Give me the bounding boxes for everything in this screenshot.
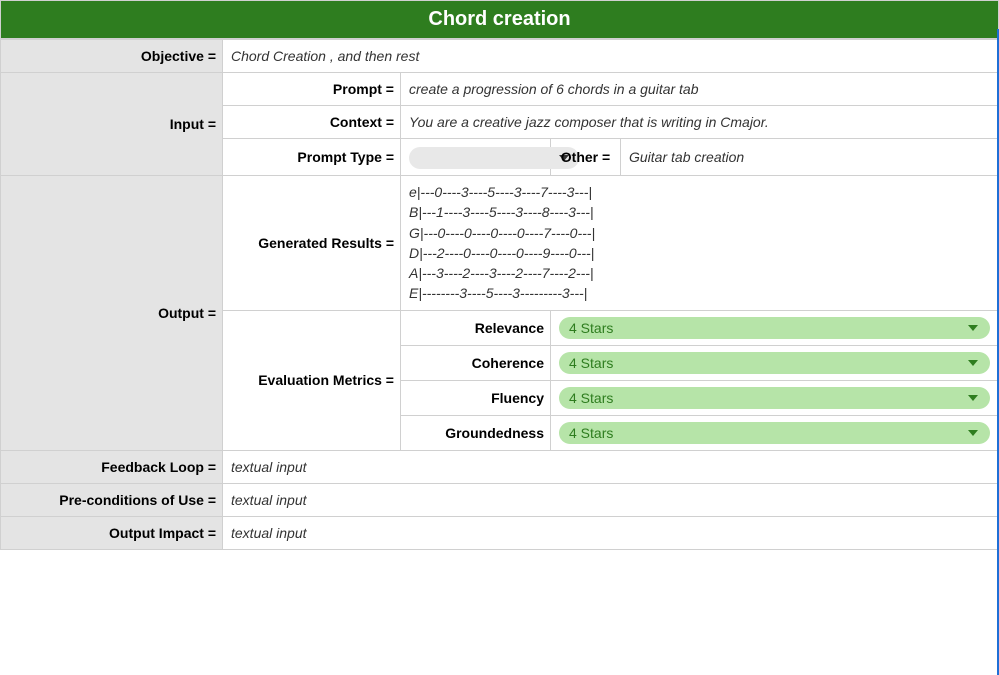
metric-name-1: Coherence bbox=[401, 345, 551, 380]
metric-value-3: 4 Stars bbox=[569, 425, 613, 441]
prompt-type-dropdown[interactable] bbox=[409, 147, 579, 169]
metrics-label: Evaluation Metrics = bbox=[223, 310, 401, 450]
feedback-value[interactable]: textual input bbox=[223, 450, 999, 483]
objective-value[interactable]: Chord Creation , and then rest bbox=[223, 40, 999, 73]
prompt-type-cell bbox=[401, 139, 551, 176]
page-title: Chord creation bbox=[0, 0, 999, 39]
preconditions-value[interactable]: textual input bbox=[223, 483, 999, 516]
row-preconditions: Pre-conditions of Use = textual input bbox=[1, 483, 999, 516]
row-objective: Objective = Chord Creation , and then re… bbox=[1, 40, 999, 73]
metric-dropdown-coherence[interactable]: 4 Stars bbox=[559, 352, 990, 374]
generated-label: Generated Results = bbox=[223, 176, 401, 311]
chevron-down-icon bbox=[968, 360, 978, 366]
metric-name-3: Groundedness bbox=[401, 415, 551, 450]
context-value[interactable]: You are a creative jazz composer that is… bbox=[401, 106, 999, 139]
feedback-label: Feedback Loop = bbox=[1, 450, 223, 483]
metric-dropdown-groundedness[interactable]: 4 Stars bbox=[559, 422, 990, 444]
row-feedback: Feedback Loop = textual input bbox=[1, 450, 999, 483]
impact-label: Output Impact = bbox=[1, 516, 223, 549]
prompt-value[interactable]: create a progression of 6 chords in a gu… bbox=[401, 73, 999, 106]
row-impact: Output Impact = textual input bbox=[1, 516, 999, 549]
generated-value[interactable]: e|---0----3----5----3----7----3---| B|--… bbox=[401, 176, 999, 311]
chevron-down-icon bbox=[968, 395, 978, 401]
prompt-label: Prompt = bbox=[223, 73, 401, 106]
prompt-type-label: Prompt Type = bbox=[223, 139, 401, 176]
context-label: Context = bbox=[223, 106, 401, 139]
other-label: Other = bbox=[551, 139, 621, 176]
input-label: Input = bbox=[1, 73, 223, 176]
metric-value-1: 4 Stars bbox=[569, 355, 613, 371]
chevron-down-icon bbox=[968, 325, 978, 331]
output-label: Output = bbox=[1, 176, 223, 451]
other-value[interactable]: Guitar tab creation bbox=[621, 139, 999, 176]
metric-name-2: Fluency bbox=[401, 380, 551, 415]
metric-value-2: 4 Stars bbox=[569, 390, 613, 406]
form-container: Chord creation Objective = Chord Creatio… bbox=[0, 0, 999, 550]
row-prompt: Input = Prompt = create a progression of… bbox=[1, 73, 999, 106]
preconditions-label: Pre-conditions of Use = bbox=[1, 483, 223, 516]
metric-dropdown-relevance[interactable]: 4 Stars bbox=[559, 317, 990, 339]
metric-value-0: 4 Stars bbox=[569, 320, 613, 336]
objective-label: Objective = bbox=[1, 40, 223, 73]
guitar-tab: e|---0----3----5----3----7----3---| B|--… bbox=[409, 182, 990, 304]
row-generated: Output = Generated Results = e|---0----3… bbox=[1, 176, 999, 311]
metric-name-0: Relevance bbox=[401, 310, 551, 345]
metric-dropdown-fluency[interactable]: 4 Stars bbox=[559, 387, 990, 409]
form-table: Objective = Chord Creation , and then re… bbox=[0, 39, 999, 550]
chevron-down-icon bbox=[968, 430, 978, 436]
impact-value[interactable]: textual input bbox=[223, 516, 999, 549]
